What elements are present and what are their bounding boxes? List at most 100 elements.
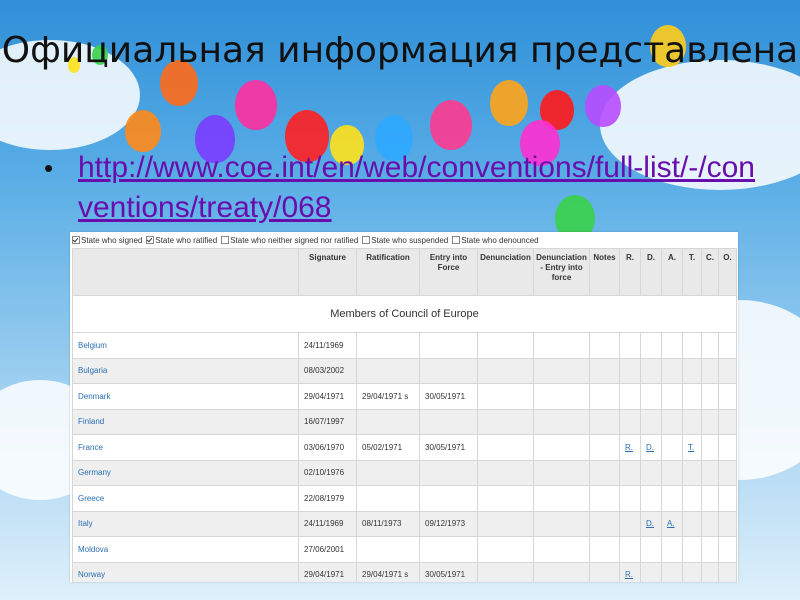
state-cell-value[interactable]: Bulgaria: [78, 366, 107, 375]
c-cell: [701, 536, 719, 563]
a-cell: [661, 561, 683, 582]
state-cell: Moldova: [72, 536, 299, 563]
d-cell: [640, 383, 662, 410]
state-cell: France: [72, 434, 299, 461]
denunciation-cell: [477, 510, 534, 537]
o-cell: [718, 408, 737, 435]
state-cell-value[interactable]: Norway: [78, 570, 105, 579]
notes-cell: [589, 383, 620, 410]
t-cell: [682, 408, 702, 435]
balloon-shape: [125, 110, 161, 152]
state-cell: Italy: [72, 510, 299, 537]
a-cell: [661, 536, 683, 563]
r-cell: [619, 357, 641, 384]
notes-cell: [589, 408, 620, 435]
state-cell-value[interactable]: Germany: [78, 468, 111, 477]
d-cell: D.: [640, 510, 662, 537]
table-row: France 03/06/1970 05/02/1971 30/05/1971 R. D.…: [72, 434, 737, 461]
table-row: Germany 02/10/1976: [72, 459, 737, 486]
denunciation-cell: [477, 434, 534, 461]
d-cell: [640, 408, 662, 435]
d-cell: [640, 485, 662, 512]
ratification-cell: [356, 357, 420, 384]
r-cell: [619, 536, 641, 563]
c-cell: [701, 561, 719, 582]
r-cell: R.: [619, 434, 641, 461]
table-row: Belgium 24/11/1969: [72, 332, 737, 359]
c-cell: [701, 459, 719, 486]
d-cell-value[interactable]: D.: [646, 519, 654, 528]
notes-cell: [589, 459, 620, 486]
table-row: Italy 24/11/1969 08/11/1973 09/12/1973 D. A.: [72, 510, 737, 537]
slide-title: Официальная информация представлена: [1, 30, 799, 71]
r-cell: R.: [619, 561, 641, 582]
ratification-cell: [356, 332, 420, 359]
col-header-notes: Notes: [589, 248, 620, 296]
checkbox-icon[interactable]: [362, 236, 371, 244]
r-cell-value[interactable]: R.: [625, 570, 633, 579]
entry-into-force-cell: 30/05/1971: [419, 383, 478, 410]
notes-cell: [589, 485, 620, 512]
entry-into-force-cell-value: 30/05/1971: [425, 442, 466, 452]
state-cell-value[interactable]: Greece: [78, 494, 104, 503]
r-cell-value[interactable]: R.: [625, 443, 633, 452]
o-cell: [718, 434, 737, 461]
signature-cell: 24/11/1969: [298, 332, 357, 359]
state-cell-value[interactable]: Finland: [78, 417, 104, 426]
state-cell: Germany: [72, 459, 299, 486]
ratification-cell: 05/02/1971: [356, 434, 420, 461]
state-cell-value[interactable]: Moldova: [78, 545, 108, 554]
legend-item[interactable]: State who signed: [72, 236, 142, 245]
signature-cell-value: 24/11/1969: [304, 519, 344, 529]
o-cell: [718, 459, 737, 486]
notes-cell: [589, 434, 620, 461]
convention-link[interactable]: http://www.coe.int/en/web/conventions/fu…: [78, 148, 764, 228]
signature-cell: 16/07/1997: [298, 408, 357, 435]
c-cell: [701, 332, 719, 359]
checkbox-icon[interactable]: [72, 236, 80, 244]
t-cell: [682, 332, 702, 359]
checkbox-icon[interactable]: [221, 236, 230, 244]
col-header-state: [72, 248, 299, 296]
state-cell: Denmark: [72, 383, 299, 410]
state-cell-value[interactable]: France: [78, 443, 103, 452]
d-cell-value[interactable]: D.: [646, 443, 654, 452]
legend-item[interactable]: State who suspended: [362, 236, 448, 245]
table-body: Members of Council of Europe Belgium 24/1…: [72, 295, 737, 582]
ratification-cell: 08/11/1973: [356, 510, 420, 537]
o-cell: [718, 510, 737, 537]
o-cell: [718, 561, 737, 582]
t-cell-value[interactable]: T.: [688, 443, 694, 452]
notes-cell: [589, 357, 620, 384]
legend-item[interactable]: State who neither signed nor ratified: [221, 236, 358, 245]
col-header-denunciation-entry: Denunciation - Entry into force: [533, 248, 590, 296]
notes-cell: [589, 536, 620, 563]
a-cell-value[interactable]: A.: [667, 519, 675, 528]
denunciation-entry-cell: [533, 536, 590, 563]
state-cell-value[interactable]: Italy: [78, 519, 93, 528]
signature-cell-value: 29/04/1971: [304, 570, 345, 580]
legend-label: State who ratified: [155, 235, 218, 245]
ratification-cell: 29/04/1971 s: [356, 561, 420, 582]
c-cell: [701, 510, 719, 537]
col-header-c: C.: [701, 248, 719, 296]
signature-cell: 08/03/2002: [298, 357, 357, 384]
checkbox-icon[interactable]: [146, 236, 155, 244]
state-cell-value[interactable]: Denmark: [78, 392, 110, 401]
notes-cell: [589, 561, 620, 582]
denunciation-entry-cell: [533, 459, 590, 486]
balloon-shape: [490, 80, 528, 126]
state-cell-value[interactable]: Belgium: [78, 341, 107, 350]
checkbox-icon[interactable]: [452, 236, 461, 244]
state-cell: Norway: [72, 561, 299, 582]
treaty-table: Signature Ratification Entry into Force …: [72, 248, 737, 582]
t-cell: [682, 383, 702, 410]
ratification-cell: [356, 408, 420, 435]
legend-item[interactable]: State who ratified: [146, 236, 217, 245]
a-cell: [661, 459, 683, 486]
bullet-icon: •: [44, 153, 54, 183]
table-header-row: Signature Ratification Entry into Force …: [72, 248, 737, 296]
t-cell: [682, 536, 702, 563]
balloon-shape: [430, 100, 472, 150]
legend-item[interactable]: State who denounced: [452, 236, 539, 245]
